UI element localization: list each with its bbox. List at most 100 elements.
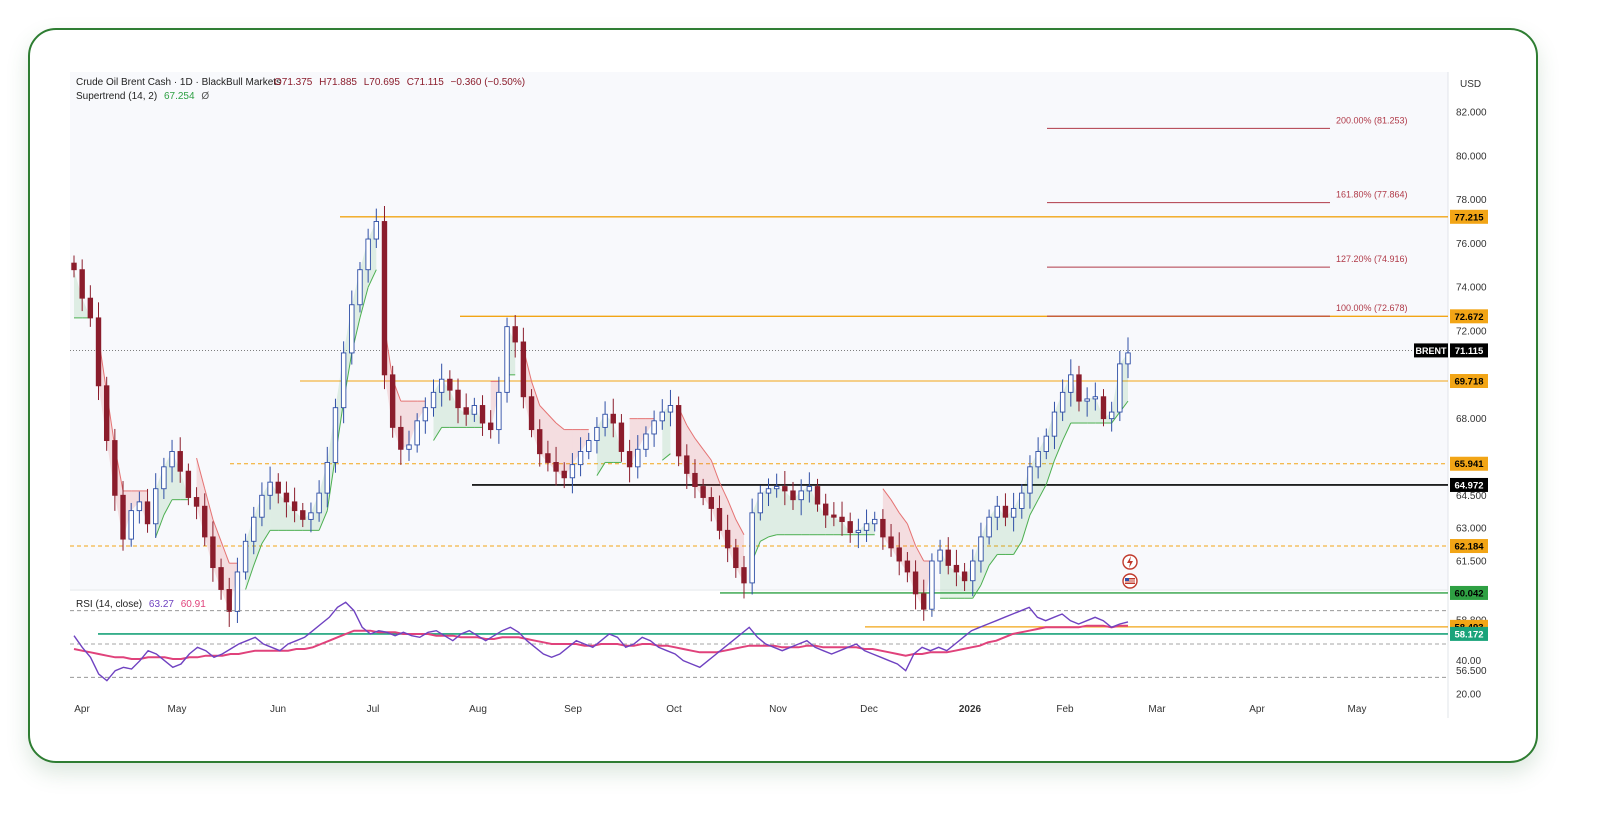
candle[interactable]: [438, 378, 445, 393]
candle[interactable]: [128, 510, 134, 540]
candle[interactable]: [872, 518, 878, 525]
candle[interactable]: [912, 571, 919, 595]
candle[interactable]: [267, 481, 273, 496]
candle[interactable]: [839, 516, 845, 523]
candle[interactable]: [259, 494, 265, 518]
candle[interactable]: [1035, 451, 1041, 468]
candle[interactable]: [365, 238, 371, 271]
candle[interactable]: [275, 481, 281, 494]
candle[interactable]: [504, 326, 510, 393]
candle[interactable]: [700, 486, 706, 498]
candle[interactable]: [790, 490, 796, 501]
candle[interactable]: [103, 385, 110, 441]
candle[interactable]: [921, 593, 927, 610]
candle[interactable]: [496, 391, 502, 431]
candle[interactable]: [553, 461, 559, 472]
candle[interactable]: [561, 470, 567, 479]
candle[interactable]: [651, 420, 657, 435]
candle[interactable]: [414, 420, 420, 446]
candle[interactable]: [814, 486, 821, 505]
candle[interactable]: [782, 486, 788, 492]
candle[interactable]: [970, 560, 976, 582]
candle[interactable]: [406, 444, 412, 450]
candle[interactable]: [1043, 435, 1049, 452]
candle[interactable]: [855, 529, 862, 533]
candle[interactable]: [586, 440, 592, 452]
candle[interactable]: [463, 407, 469, 415]
candle[interactable]: [1019, 492, 1025, 509]
candle[interactable]: [577, 451, 584, 466]
candle[interactable]: [626, 451, 633, 468]
candle[interactable]: [202, 505, 208, 538]
candle[interactable]: [773, 486, 780, 490]
candle[interactable]: [1002, 505, 1009, 518]
candle[interactable]: [659, 411, 665, 422]
candle[interactable]: [226, 589, 232, 612]
candle[interactable]: [308, 512, 314, 520]
candle[interactable]: [667, 405, 674, 413]
candle[interactable]: [169, 451, 175, 468]
candle[interactable]: [831, 514, 837, 518]
candle[interactable]: [945, 549, 951, 566]
candle[interactable]: [430, 391, 437, 409]
candle[interactable]: [978, 536, 984, 562]
candle[interactable]: [120, 494, 126, 540]
candle[interactable]: [822, 503, 829, 516]
candle[interactable]: [455, 389, 461, 409]
candle[interactable]: [806, 486, 813, 492]
candle[interactable]: [847, 521, 853, 533]
candle[interactable]: [471, 405, 478, 415]
candle[interactable]: [193, 497, 200, 507]
candle[interactable]: [136, 501, 143, 512]
candle[interactable]: [153, 488, 159, 525]
candle[interactable]: [218, 567, 224, 590]
candle[interactable]: [422, 407, 429, 422]
candle[interactable]: [398, 426, 404, 450]
candle[interactable]: [300, 510, 306, 520]
candle[interactable]: [1027, 466, 1033, 494]
candle[interactable]: [340, 352, 347, 409]
candle[interactable]: [896, 547, 902, 562]
candle[interactable]: [929, 560, 935, 610]
candle[interactable]: [242, 540, 249, 573]
candle[interactable]: [675, 405, 682, 457]
candle[interactable]: [1068, 374, 1074, 393]
candle[interactable]: [643, 433, 649, 450]
candle[interactable]: [733, 547, 739, 569]
candle[interactable]: [185, 470, 192, 498]
candle[interactable]: [1084, 398, 1090, 402]
candle[interactable]: [888, 536, 894, 549]
candle[interactable]: [961, 571, 968, 582]
candle[interactable]: [373, 221, 380, 240]
candle[interactable]: [447, 378, 453, 391]
candle[interactable]: [71, 262, 77, 271]
candle[interactable]: [161, 466, 167, 490]
candle[interactable]: [357, 269, 363, 306]
candle[interactable]: [708, 497, 714, 509]
candle[interactable]: [545, 453, 551, 463]
candle[interactable]: [692, 472, 698, 487]
candle[interactable]: [389, 374, 396, 428]
candle[interactable]: [716, 507, 723, 531]
candle[interactable]: [316, 492, 322, 514]
candle[interactable]: [1076, 374, 1082, 402]
candle[interactable]: [684, 455, 690, 474]
candle[interactable]: [569, 464, 576, 479]
trading-chart[interactable]: 200.00% (81.253) 161.80% (77.864) 127.20% …: [0, 0, 1600, 839]
candle[interactable]: [87, 297, 94, 319]
candle[interactable]: [1125, 352, 1131, 365]
candle[interactable]: [1051, 411, 1058, 437]
candle[interactable]: [757, 492, 764, 514]
candle[interactable]: [724, 529, 731, 549]
candle[interactable]: [479, 405, 486, 424]
us-flag-event-icon[interactable]: [1122, 573, 1138, 589]
candle[interactable]: [95, 317, 102, 387]
candle[interactable]: [953, 564, 960, 573]
candle[interactable]: [741, 567, 747, 584]
candle[interactable]: [986, 516, 992, 538]
candle[interactable]: [749, 512, 755, 584]
candle[interactable]: [602, 413, 608, 428]
candle[interactable]: [1108, 411, 1115, 420]
candle[interactable]: [1092, 396, 1099, 400]
candle[interactable]: [112, 440, 118, 496]
